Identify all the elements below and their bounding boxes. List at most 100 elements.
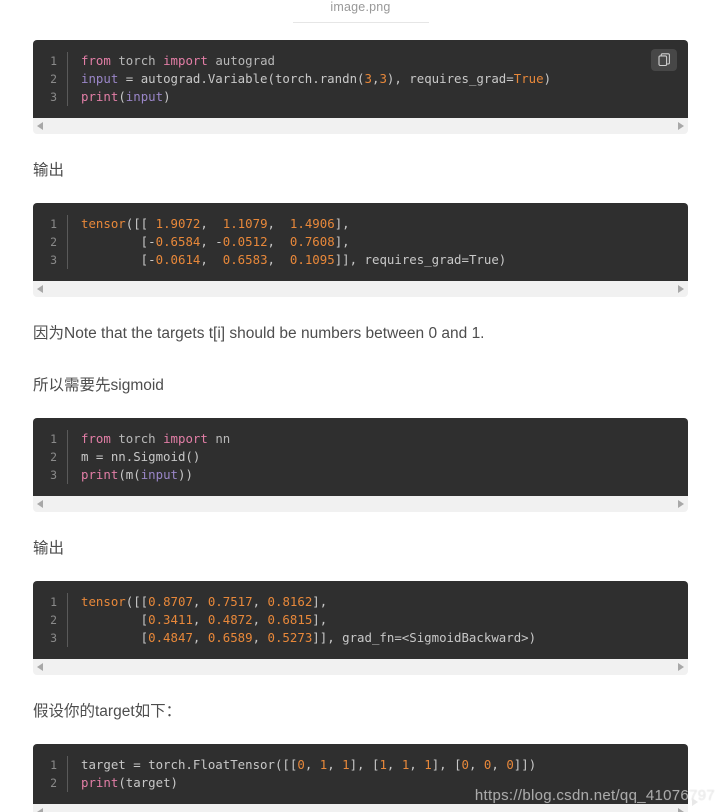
- code-autograd-body[interactable]: 1 from torch import autograd 2 input = auto…: [33, 40, 688, 118]
- copy-code-button[interactable]: [651, 49, 677, 71]
- token-num: 0.0512: [222, 234, 268, 249]
- code-line-text: [0.3411, 0.4872, 0.6815],: [81, 611, 328, 629]
- token-plain: ,: [304, 757, 320, 772]
- token-num: 0.6589: [207, 630, 253, 645]
- token-name: torch: [118, 431, 156, 446]
- token-num: 0.6583: [222, 252, 268, 267]
- token-tensor: tensor: [81, 594, 126, 609]
- token-num: 3: [364, 71, 372, 86]
- code-line: 1 tensor([[ 1.9072, 1.1079, 1.4906],: [33, 215, 688, 233]
- token-var: input: [140, 467, 179, 482]
- code-horizontal-scrollbar[interactable]: [33, 496, 688, 512]
- code-target: 1 target = torch.FloatTensor([[0, 1, 1], …: [33, 744, 688, 812]
- gutter-divider: [67, 466, 68, 484]
- line-number: 3: [50, 631, 57, 645]
- token-plain: ,: [386, 757, 402, 772]
- code-line-text: print(target): [81, 774, 178, 792]
- token-plain: (m(: [118, 467, 141, 482]
- code-tensor-output-body[interactable]: 1 tensor([[ 1.9072, 1.1079, 1.4906], 2 [- 0…: [33, 203, 688, 281]
- code-line-text: print(m(input)): [81, 466, 193, 484]
- token-var: input: [81, 71, 119, 86]
- scroll-left-arrow-icon[interactable]: [37, 808, 43, 812]
- scroll-right-arrow-icon[interactable]: [678, 663, 684, 671]
- scroll-right-arrow-icon[interactable]: [678, 285, 684, 293]
- gutter-divider: [67, 629, 68, 647]
- code-target-body[interactable]: 1 target = torch.FloatTensor([[0, 1, 1], …: [33, 744, 688, 804]
- code-line-text: [0.4847, 0.6589, 0.5273]], grad_fn=<Sigm…: [81, 629, 536, 647]
- token-plain: ,: [491, 757, 507, 772]
- token-plain: ],: [312, 612, 328, 627]
- scroll-right-arrow-icon[interactable]: [678, 122, 684, 130]
- line-number: 2: [50, 235, 57, 249]
- code-sigmoid-output: 1 tensor([[0.8707, 0.7517, 0.8162], 2 [0.3…: [33, 581, 688, 675]
- gutter-divider: [67, 52, 68, 70]
- code-sigmoid-output-body[interactable]: 1 tensor([[0.8707, 0.7517, 0.8162], 2 [0.3…: [33, 581, 688, 659]
- code-sigmoid: 1 from torch import nn 2 m = nn.Sigmoid() 3 p…: [33, 418, 688, 512]
- line-number: 2: [50, 776, 57, 790]
- gutter-divider: [67, 756, 68, 774]
- token-plain: ]], grad_fn=<SigmoidBackward>): [312, 630, 537, 645]
- code-line: 1 tensor([[0.8707, 0.7517, 0.8162],: [33, 593, 688, 611]
- token-plain: [: [81, 612, 149, 627]
- token-plain: , -: [200, 234, 223, 249]
- token-kw: print: [81, 89, 119, 104]
- token-plain: ]]): [513, 757, 537, 772]
- scroll-left-arrow-icon[interactable]: [37, 663, 43, 671]
- token-plain: ([[: [125, 594, 149, 609]
- code-line: 3 [-0.0614, 0.6583, 0.1095]], requires_g…: [33, 251, 688, 269]
- token-plain: ,: [327, 757, 343, 772]
- line-number: 1: [50, 432, 57, 446]
- code-horizontal-scrollbar[interactable]: [33, 804, 688, 812]
- code-line: 2 m = nn.Sigmoid(): [33, 448, 688, 466]
- token-plain: )): [178, 467, 193, 482]
- scroll-left-arrow-icon[interactable]: [37, 285, 43, 293]
- token-num: 0.5273: [267, 630, 313, 645]
- token-name: torch: [118, 53, 156, 68]
- code-line-text: from torch import nn: [81, 430, 230, 448]
- token-num: 0: [506, 757, 514, 772]
- scroll-right-arrow-icon[interactable]: [678, 500, 684, 508]
- line-number: 3: [50, 253, 57, 267]
- token-num: 0.7608: [289, 234, 335, 249]
- code-line-text: from torch import autograd: [81, 52, 275, 70]
- token-num: 0: [297, 757, 305, 772]
- code-horizontal-scrollbar[interactable]: [33, 659, 688, 675]
- gutter-divider: [67, 70, 68, 88]
- code-line-text: target = torch.FloatTensor([[0, 1, 1], […: [81, 756, 536, 774]
- token-plain: = autograd.Variable(torch.randn(: [118, 71, 365, 86]
- code-line: 3 print(input): [33, 88, 688, 106]
- gutter-divider: [67, 88, 68, 106]
- gutter-divider: [67, 448, 68, 466]
- token-name: autograd: [215, 53, 276, 68]
- token-kw: from: [81, 431, 111, 446]
- gutter-divider: [67, 593, 68, 611]
- token-num: 1.9072: [155, 216, 201, 231]
- token-bool: True: [513, 71, 544, 86]
- code-horizontal-scrollbar[interactable]: [33, 118, 688, 134]
- token-num: 1: [342, 757, 350, 772]
- code-line-text: input = autograd.Variable(torch.randn(3,…: [81, 70, 551, 88]
- scroll-left-arrow-icon[interactable]: [37, 122, 43, 130]
- gutter-divider: [67, 251, 68, 269]
- token-kw: print: [81, 775, 119, 790]
- token-plain: [: [81, 630, 149, 645]
- token-kw: import: [163, 431, 208, 446]
- code-line-text: m = nn.Sigmoid(): [81, 448, 200, 466]
- gutter-divider: [67, 774, 68, 792]
- token-num: 1.4906: [289, 216, 335, 231]
- para-output-2: 输出: [33, 540, 65, 557]
- code-horizontal-scrollbar[interactable]: [33, 281, 688, 297]
- token-var: input: [125, 89, 164, 104]
- token-plain: target = torch.FloatTensor([[: [81, 757, 298, 772]
- scroll-right-arrow-icon[interactable]: [678, 808, 684, 812]
- copy-icon: [657, 53, 671, 67]
- line-number: 1: [50, 54, 57, 68]
- para-note: 因为Note that the targets t[i] should be n…: [33, 325, 485, 342]
- code-sigmoid-body[interactable]: 1 from torch import nn 2 m = nn.Sigmoid() 3 p…: [33, 418, 688, 496]
- token-plain: ,: [267, 252, 290, 267]
- token-plain: [-: [81, 234, 156, 249]
- token-plain: ,: [252, 594, 268, 609]
- scroll-left-arrow-icon[interactable]: [37, 500, 43, 508]
